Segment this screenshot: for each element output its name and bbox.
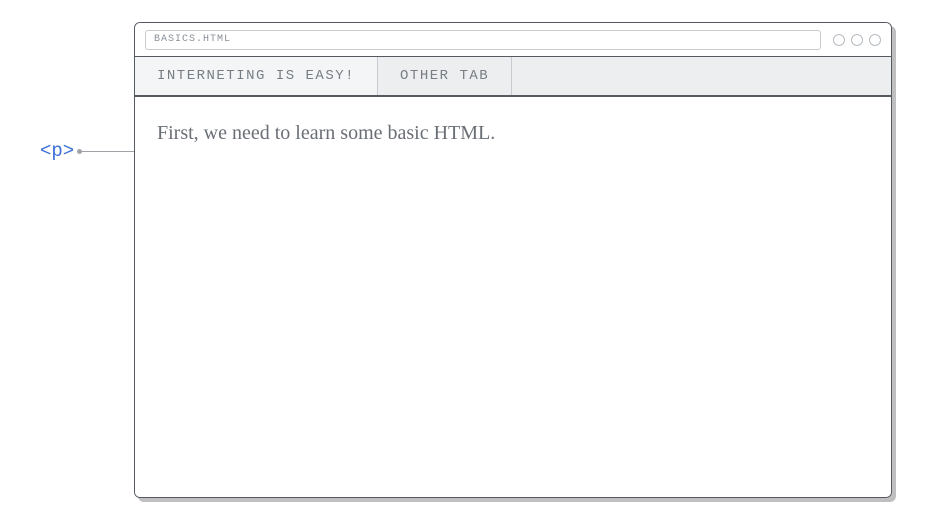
- url-field[interactable]: BASICS.HTML: [145, 30, 821, 50]
- annotation-callout: <p>: [40, 140, 148, 162]
- annotation-tag-label: <p>: [40, 140, 74, 162]
- window-minimize-icon[interactable]: [833, 34, 845, 46]
- tab-label: OTHER TAB: [400, 68, 489, 84]
- browser-window: BASICS.HTML INTERNETING IS EASY! OTHER T…: [134, 22, 892, 498]
- tab-other[interactable]: OTHER TAB: [378, 57, 512, 95]
- url-text: BASICS.HTML: [154, 34, 231, 45]
- window-maximize-icon[interactable]: [851, 34, 863, 46]
- body-paragraph: First, we need to learn some basic HTML.: [157, 119, 869, 147]
- page-content: First, we need to learn some basic HTML.: [135, 97, 891, 497]
- tab-interneting-is-easy[interactable]: INTERNETING IS EASY!: [135, 57, 378, 95]
- tab-bar: INTERNETING IS EASY! OTHER TAB: [135, 57, 891, 97]
- tab-label: INTERNETING IS EASY!: [157, 68, 355, 84]
- window-close-icon[interactable]: [869, 34, 881, 46]
- browser-titlebar: BASICS.HTML: [135, 23, 891, 57]
- window-controls: [829, 34, 881, 46]
